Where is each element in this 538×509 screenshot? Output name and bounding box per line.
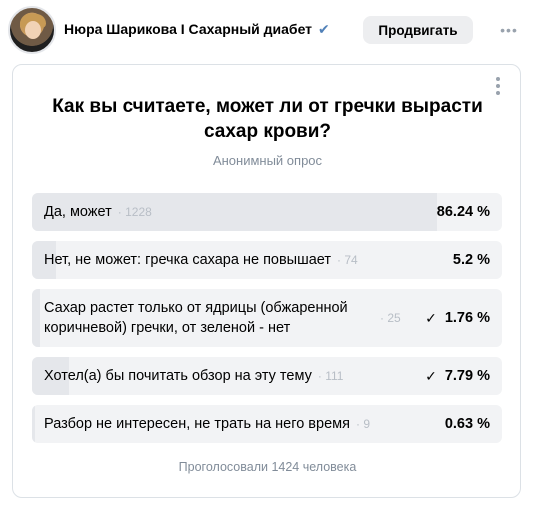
- poll-option[interactable]: Разбор не интересен, не трать на него вр…: [32, 405, 502, 443]
- check-icon: ✓: [425, 309, 437, 326]
- poll-option[interactable]: Да, может · 1228 86.24 %: [32, 193, 502, 231]
- poll-option-text: Нет, не может: гречка сахара не повышает: [44, 252, 332, 268]
- poll-total-votes[interactable]: Проголосовали 1424 человека: [13, 460, 522, 474]
- poll-option-percent: 86.24 %: [436, 204, 490, 220]
- poll-option-text: Сахар растет только от ядрицы (обжаренно…: [44, 300, 348, 336]
- author-avatar[interactable]: [8, 6, 56, 54]
- poll-option-text: Да, может: [44, 204, 112, 220]
- author-name-row: Нюра Шарикова I Сахарный диабет ✔: [64, 21, 330, 38]
- poll-options: Да, может · 1228 86.24 % Нет, не может: …: [32, 193, 502, 453]
- more-options-icon[interactable]: •••: [498, 22, 520, 38]
- poll-option-votes: · 9: [355, 417, 370, 431]
- poll-card: Как вы считаете, может ли от гречки выра…: [12, 64, 521, 498]
- poll-option-votes-count: 1228: [125, 205, 152, 219]
- poll-option[interactable]: Нет, не может: гречка сахара не повышает…: [32, 241, 502, 279]
- verified-icon: ✔: [318, 21, 330, 37]
- poll-option-votes-count: 111: [325, 369, 344, 383]
- poll-option-percent: 7.79 %: [444, 368, 490, 384]
- post-header: Нюра Шарикова I Сахарный диабет ✔ Продвиг…: [0, 0, 538, 64]
- poll-option-text: Разбор не интересен, не трать на него вр…: [44, 416, 350, 432]
- poll-type-label: Анонимный опрос: [212, 153, 323, 168]
- poll-option-percent: 1.76 %: [444, 310, 490, 326]
- promote-button[interactable]: Продвигать: [363, 16, 473, 44]
- poll-option[interactable]: Хотел(а) бы почитать обзор на эту тему ·…: [32, 357, 502, 395]
- author-name[interactable]: Нюра Шарикова I Сахарный диабет: [64, 21, 312, 37]
- poll-option-votes-count: 9: [363, 417, 370, 431]
- avatar-face: [25, 21, 41, 39]
- poll-option-votes-count: 74: [344, 253, 358, 267]
- poll-title: Как вы считаете, может ли от гречки выра…: [52, 96, 483, 142]
- poll-option[interactable]: Сахар растет только от ядрицы (обжаренно…: [32, 289, 502, 347]
- poll-option-votes: · 74: [337, 253, 358, 267]
- poll-option-votes: · 1228: [117, 205, 152, 219]
- check-icon: ✓: [425, 367, 437, 384]
- poll-option-percent: 5.2 %: [452, 252, 490, 268]
- poll-option-votes: · 111: [317, 369, 344, 383]
- poll-option-votes: · 25: [380, 311, 401, 325]
- poll-option-text: Хотел(а) бы почитать обзор на эту тему: [44, 368, 312, 384]
- poll-option-votes-count: 25: [387, 311, 401, 325]
- poll-option-percent: 0.63 %: [444, 416, 490, 432]
